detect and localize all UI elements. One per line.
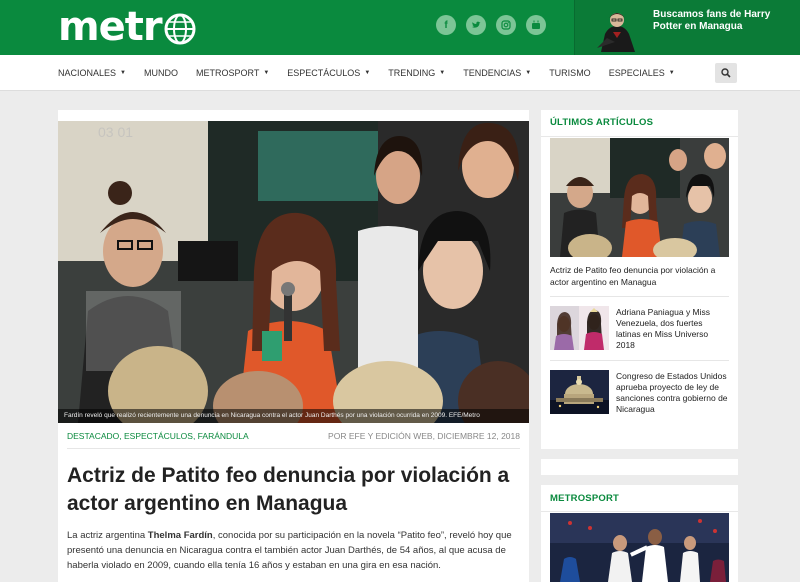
promo-banner[interactable]: Buscamos fans de Harry Potter en Managua [574, 0, 800, 55]
nav-item-label: NACIONALES [58, 68, 117, 78]
metrosport-widget: METROSPORT [541, 485, 738, 582]
nav-item-mundo[interactable]: MUNDO [144, 68, 178, 78]
latest-articles-widget: ÚLTIMOS ARTÍCULOS Actriz de Patito feo d… [541, 110, 738, 449]
body-bold-name: Thelma Fardín [147, 530, 213, 541]
article-body: La actriz argentina Thelma Fardín, conoc… [67, 528, 527, 573]
globe-icon [164, 13, 196, 45]
article-thumbnail [550, 306, 609, 350]
sidebar-empty-widget [541, 459, 738, 475]
search-icon [721, 68, 731, 78]
list-item-title: Congreso de Estados Unidos aprueba proye… [616, 371, 728, 414]
latest-articles-title: ÚLTIMOS ARTÍCULOS [550, 117, 654, 128]
hero-photo: 03 01 [58, 121, 529, 423]
facebook-icon[interactable]: f [436, 15, 456, 35]
chevron-down-icon: ▼ [525, 70, 532, 76]
promo-image [593, 8, 641, 52]
article-categories[interactable]: DESTACADO, ESPECTÁCULOS, FARÁNDULA [67, 431, 249, 441]
article-hero-image: 03 01 Fardín reveló que realizó reciente… [58, 121, 529, 423]
list-item[interactable]: Congreso de Estados Unidos aprueba proye… [550, 370, 729, 418]
list-item[interactable]: Adriana Paniagua y Miss Venezuela, dos f… [550, 306, 729, 354]
divider [550, 296, 729, 297]
main-nav: NACIONALES ▼ MUNDO METROSPORT ▼ ESPECTÁCULOS ▼… [0, 55, 800, 91]
chevron-down-icon: ▼ [439, 70, 446, 76]
nav-item-tendencias[interactable]: TENDENCIAS ▼ [463, 68, 531, 78]
list-item-title: Adriana Paniagua y Miss Venezuela, dos f… [616, 307, 711, 350]
chevron-down-icon: ▼ [668, 70, 675, 76]
twitter-icon[interactable] [466, 15, 486, 35]
nav-items: NACIONALES ▼ MUNDO METROSPORT ▼ ESPECTÁCULOS ▼… [58, 55, 693, 91]
instagram-icon[interactable] [496, 15, 516, 35]
search-button[interactable] [715, 63, 737, 83]
article-meta: DESTACADO, ESPECTÁCULOS, FARÁNDULA POR E… [67, 424, 520, 449]
logo-text: metr [58, 4, 163, 50]
nav-item-label: TRENDING [388, 68, 436, 78]
nav-item-especiales[interactable]: ESPECIALES ▼ [609, 68, 675, 78]
featured-photo [550, 138, 729, 257]
promo-text: Buscamos fans de Harry Potter en Managua [653, 9, 771, 32]
chevron-down-icon: ▼ [263, 70, 270, 76]
metro-logo[interactable]: metr [58, 4, 196, 50]
youtube-icon[interactable] [526, 15, 546, 35]
svg-text:03 01: 03 01 [98, 124, 133, 140]
nav-item-label: METROSPORT [195, 68, 260, 78]
metrosport-image[interactable] [550, 513, 729, 582]
nav-item-label: TURISMO [549, 68, 591, 78]
article-thumbnail [550, 370, 609, 414]
nav-item-espectaculos[interactable]: ESPECTÁCULOS ▼ [287, 68, 370, 78]
thumbnail-photo [550, 306, 609, 350]
divider [550, 360, 729, 361]
nav-item-trending[interactable]: TRENDING ▼ [388, 68, 445, 78]
article-byline: POR EFE Y EDICIÓN WEB, DICIEMBRE 12, 201… [328, 431, 520, 441]
featured-article-title[interactable]: Actriz de Patito feo denuncia por violac… [550, 264, 729, 288]
divider [541, 511, 738, 512]
site-header: metr f Buscamos fans de Harry Potter en … [0, 0, 800, 55]
article-headline: Actriz de Patito feo denuncia por violac… [67, 464, 510, 515]
nav-item-label: ESPECTÁCULOS [287, 68, 361, 78]
divider [541, 136, 738, 137]
chevron-down-icon: ▼ [120, 70, 126, 76]
nav-item-turismo[interactable]: TURISMO [549, 68, 591, 78]
nav-item-label: MUNDO [143, 68, 178, 78]
nav-item-nacionales[interactable]: NACIONALES ▼ [58, 68, 126, 78]
body-intro: La actriz argentina [67, 530, 148, 541]
article-card: 03 01 Fardín reveló que realizó reciente… [58, 110, 529, 582]
sport-photo [550, 513, 729, 582]
image-caption: Fardín reveló que realizó recientemente … [58, 409, 529, 423]
nav-item-metrosport[interactable]: METROSPORT ▼ [196, 68, 269, 78]
featured-article-image[interactable] [550, 138, 729, 257]
nav-item-label: ESPECIALES [608, 68, 665, 78]
nav-item-label: TENDENCIAS [463, 68, 522, 78]
social-links: f [436, 15, 546, 35]
metrosport-title: METROSPORT [550, 493, 620, 504]
thumbnail-photo [550, 370, 609, 414]
chevron-down-icon: ▼ [364, 70, 371, 76]
